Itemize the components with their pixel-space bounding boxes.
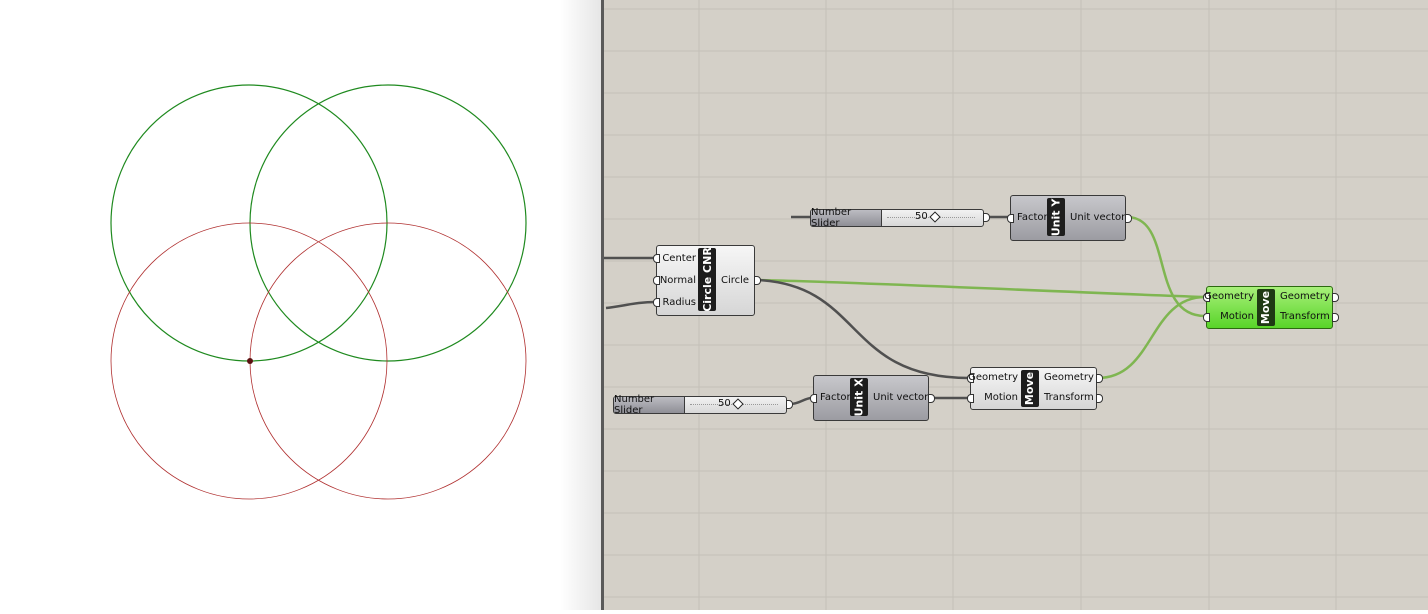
move-1-transform-output-label: Transform [1044, 392, 1094, 403]
unit-x-output-grip[interactable] [928, 394, 935, 403]
slider-top-name: Number Slider [811, 207, 882, 229]
move-1-geometry-output-grip[interactable] [1096, 374, 1103, 383]
wire-circle-to-move-selected[interactable] [756, 278, 1206, 299]
normal-input-label: Normal [659, 275, 696, 286]
slider-bottom-output-grip[interactable] [786, 400, 793, 409]
move-1-transform-output-grip[interactable] [1096, 394, 1103, 403]
move-2-motion-input-label: Motion [1220, 311, 1254, 322]
radius-input-label: Radius [662, 297, 696, 308]
wire-unit-y-to-move[interactable] [1126, 215, 1206, 318]
slider-top-knob[interactable] [929, 211, 941, 223]
unit-y-output-grip[interactable] [1125, 214, 1132, 223]
move-2-motion-input-grip[interactable] [1203, 313, 1210, 322]
center-input-label: Center [662, 253, 696, 264]
unit-x-nickname: Unit X [850, 378, 868, 416]
unit-x-factor-grip[interactable] [810, 394, 817, 403]
slider-top-output-grip[interactable] [983, 213, 990, 222]
number-slider-bottom[interactable]: Number Slider 50 [613, 394, 793, 416]
unit-y-factor-label: Factor [1017, 212, 1048, 223]
circle-output-label: Circle [721, 275, 750, 286]
move-1-nickname: Move [1021, 370, 1039, 407]
move-2-geometry-input-label: Geometry [1204, 291, 1254, 302]
wire-circle-to-move[interactable] [756, 278, 970, 380]
unit-y-factor-grip[interactable] [1007, 214, 1014, 223]
slider-bottom-name: Number Slider [614, 394, 685, 416]
slider-top-value: 50 [915, 211, 928, 222]
wire-radius[interactable] [605, 300, 657, 310]
viewport-shadow [560, 0, 602, 610]
move-1-motion-input-label: Motion [984, 392, 1018, 403]
move-2-geometry-output-grip[interactable] [1332, 293, 1339, 302]
unit-x-component[interactable]: Factor Unit X Unit vector [810, 375, 935, 421]
viewport-geometry [110, 84, 527, 500]
wire-slider-bottom[interactable] [789, 396, 813, 406]
move-1-motion-input-grip[interactable] [967, 394, 974, 403]
move-2-geometry-output-label: Geometry [1280, 291, 1330, 302]
circle-cnr-nickname: Circle CNR [698, 248, 716, 311]
move-2-transform-output-label: Transform [1280, 311, 1330, 322]
unit-y-component[interactable]: Factor Unit Y Unit vector [1007, 195, 1132, 241]
move-2-nickname: Move [1257, 289, 1275, 326]
center-point[interactable] [247, 358, 253, 364]
unit-x-output-label: Unit vector [873, 392, 929, 403]
unit-y-output-label: Unit vector [1070, 212, 1126, 223]
move-component-2-selected[interactable]: Geometry Motion Move Geometry Transform [1203, 286, 1339, 329]
move-2-transform-output-grip[interactable] [1332, 313, 1339, 322]
circle-output-grip[interactable] [754, 276, 761, 285]
unit-x-factor-label: Factor [820, 392, 851, 403]
radius-input-grip[interactable] [653, 298, 660, 307]
grasshopper-canvas[interactable]: Center Normal Radius Circle CNR Circle N… [604, 0, 1428, 610]
unit-y-nickname: Unit Y [1047, 198, 1065, 236]
number-slider-top[interactable]: Number Slider 50 [810, 207, 990, 229]
rhino-viewport[interactable] [0, 0, 600, 610]
slider-bottom-knob[interactable] [732, 398, 744, 410]
move-1-geometry-input-label: Geometry [968, 372, 1018, 383]
move-component-1[interactable]: Geometry Motion Move Geometry Transform [967, 367, 1103, 410]
slider-bottom-value: 50 [718, 398, 731, 409]
wire-move-to-move[interactable] [1097, 295, 1206, 380]
center-input-grip[interactable] [653, 254, 660, 263]
move-1-geometry-output-label: Geometry [1044, 372, 1094, 383]
circle-cnr-component[interactable]: Center Normal Radius Circle CNR Circle [653, 245, 761, 316]
